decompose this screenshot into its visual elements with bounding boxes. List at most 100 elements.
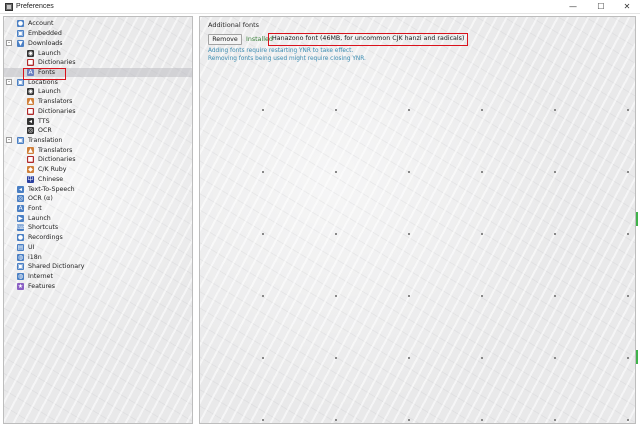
restart-note: Adding fonts require restarting YNR to t… bbox=[208, 48, 354, 54]
tree-item-launch[interactable]: ◉ Launch bbox=[4, 48, 192, 58]
tree-item-internet[interactable]: ◍ Internet bbox=[4, 272, 192, 282]
tree-item-label: UI bbox=[28, 243, 35, 251]
launch-icon: ▶ bbox=[17, 214, 24, 222]
ui-icon: ▤ bbox=[17, 243, 24, 251]
tree-item-label: Recordings bbox=[28, 234, 63, 242]
section-title: Additional fonts bbox=[208, 21, 260, 29]
person-icon: ● bbox=[17, 20, 24, 28]
tree-item-label: Launch bbox=[28, 214, 51, 222]
tree-item-label: Chinese bbox=[38, 175, 64, 183]
tree-item-downloads[interactable]: – ▼ Downloads bbox=[4, 38, 192, 48]
fonts-highlight-box bbox=[23, 68, 66, 80]
translation-icon: ▣ bbox=[17, 136, 24, 144]
features-icon: ★ bbox=[17, 282, 24, 290]
pattern-dot bbox=[262, 419, 264, 421]
edge-marker bbox=[636, 212, 638, 226]
tree-item-translation[interactable]: – ▣ Translation bbox=[4, 136, 192, 146]
maximize-button[interactable]: ☐ bbox=[588, 0, 614, 14]
pattern-dot bbox=[481, 109, 483, 111]
pattern-dot bbox=[627, 171, 629, 173]
ocr-icon: ◎ bbox=[17, 195, 24, 203]
dictionary-icon: ■ bbox=[27, 156, 34, 164]
close-button[interactable]: ✕ bbox=[614, 0, 640, 14]
pattern-dot bbox=[262, 233, 264, 235]
launch-icon: ◉ bbox=[27, 49, 34, 57]
pattern-dot bbox=[408, 171, 410, 173]
tree-item-chinese[interactable]: 中 Chinese bbox=[4, 175, 192, 185]
collapse-toggle-icon[interactable]: – bbox=[6, 79, 12, 86]
pattern-dot bbox=[627, 233, 629, 235]
tree-item-font[interactable]: A Font bbox=[4, 204, 192, 214]
pattern-dot bbox=[554, 295, 556, 297]
downloads-icon: ▼ bbox=[17, 39, 24, 47]
app-icon bbox=[5, 3, 13, 11]
pattern-dot bbox=[481, 295, 483, 297]
shared-dictionary-icon: ▣ bbox=[17, 263, 24, 271]
pattern-dot bbox=[262, 171, 264, 173]
tree-item-label: Downloads bbox=[28, 39, 63, 47]
collapse-toggle-icon[interactable]: – bbox=[6, 137, 12, 144]
translators-icon: ▲ bbox=[27, 146, 34, 154]
tree-item-embedded[interactable]: ▣ Embedded bbox=[4, 29, 192, 39]
tree-item-label: Account bbox=[28, 20, 54, 28]
pattern-dot bbox=[481, 171, 483, 173]
tree-item-label: Features bbox=[28, 282, 56, 290]
close-note: Removing fonts being used might require … bbox=[208, 56, 366, 62]
pattern-dot bbox=[335, 171, 337, 173]
tree-item-label: Launch bbox=[38, 88, 61, 96]
tree-item-dictionaries[interactable]: ■ Dictionaries bbox=[4, 155, 192, 165]
tree-item-shared-dictionary[interactable]: ▣ Shared Dictionary bbox=[4, 262, 192, 272]
edge-marker bbox=[636, 350, 638, 364]
tree-item-c-k-ruby[interactable]: ◆ C/K Ruby bbox=[4, 165, 192, 175]
font-icon: A bbox=[17, 205, 24, 213]
pattern-dot bbox=[481, 419, 483, 421]
tree-item-label: Shared Dictionary bbox=[28, 263, 85, 271]
pattern-dot bbox=[335, 233, 337, 235]
i18n-icon: ◍ bbox=[17, 253, 24, 261]
settings-tree: ● Account ▣ Embedded – ▼ Downloads ◉ Launch ■ Dict… bbox=[4, 17, 192, 297]
tree-item-label: OCR (α) bbox=[28, 195, 53, 203]
tree-item-account[interactable]: ● Account bbox=[4, 19, 192, 29]
tree-item-dictionaries[interactable]: ■ Dictionaries bbox=[4, 58, 192, 68]
pattern-dot bbox=[262, 357, 264, 359]
pattern-dot bbox=[627, 109, 629, 111]
pattern-dot bbox=[554, 171, 556, 173]
tree-item-ocr[interactable]: ◎ OCR (α) bbox=[4, 194, 192, 204]
tree-item-ocr[interactable]: ◎ OCR bbox=[4, 126, 192, 136]
collapse-toggle-icon[interactable]: – bbox=[6, 40, 12, 47]
pattern-dot bbox=[335, 419, 337, 421]
pattern-dot bbox=[481, 233, 483, 235]
tree-item-tts[interactable]: ◂ TTS bbox=[4, 116, 192, 126]
recordings-icon: ● bbox=[17, 234, 24, 242]
translators-icon: ▲ bbox=[27, 98, 34, 106]
tree-item-text-to-speech[interactable]: ◂ Text-To-Speech bbox=[4, 184, 192, 194]
tree-item-translators[interactable]: ▲ Translators bbox=[4, 145, 192, 155]
tree-item-ui[interactable]: ▤ UI bbox=[4, 243, 192, 253]
pattern-dot bbox=[262, 295, 264, 297]
pattern-dot bbox=[408, 233, 410, 235]
tree-item-label: TTS bbox=[38, 117, 50, 125]
pattern-dot bbox=[335, 109, 337, 111]
tree-item-dictionaries[interactable]: ■ Dictionaries bbox=[4, 106, 192, 116]
tree-item-recordings[interactable]: ● Recordings bbox=[4, 233, 192, 243]
pattern-dot bbox=[408, 357, 410, 359]
tree-item-launch[interactable]: ▶ Launch bbox=[4, 213, 192, 223]
shortcuts-icon: ⌨ bbox=[17, 224, 26, 232]
internet-icon: ◍ bbox=[17, 273, 24, 281]
pattern-dot bbox=[335, 357, 337, 359]
tree-item-label: OCR bbox=[38, 127, 52, 135]
tree-item-translators[interactable]: ▲ Translators bbox=[4, 97, 192, 107]
pattern-dot bbox=[554, 109, 556, 111]
embedded-icon: ▣ bbox=[17, 30, 24, 38]
tree-item-i18n[interactable]: ◍ i18n bbox=[4, 252, 192, 262]
tree-item-launch[interactable]: ◉ Launch bbox=[4, 87, 192, 97]
window-title: Preferences bbox=[16, 3, 54, 10]
tree-item-shortcuts[interactable]: ⌨ Shortcuts bbox=[4, 223, 192, 233]
tree-item-features[interactable]: ★ Features bbox=[4, 281, 192, 291]
tree-item-label: Launch bbox=[38, 49, 61, 57]
tree-item-label: Dictionaries bbox=[38, 107, 76, 115]
tree-item-label: Text-To-Speech bbox=[28, 185, 75, 193]
minimize-button[interactable]: — bbox=[560, 0, 586, 14]
pattern-dot bbox=[554, 419, 556, 421]
remove-button[interactable]: Remove bbox=[208, 34, 242, 45]
